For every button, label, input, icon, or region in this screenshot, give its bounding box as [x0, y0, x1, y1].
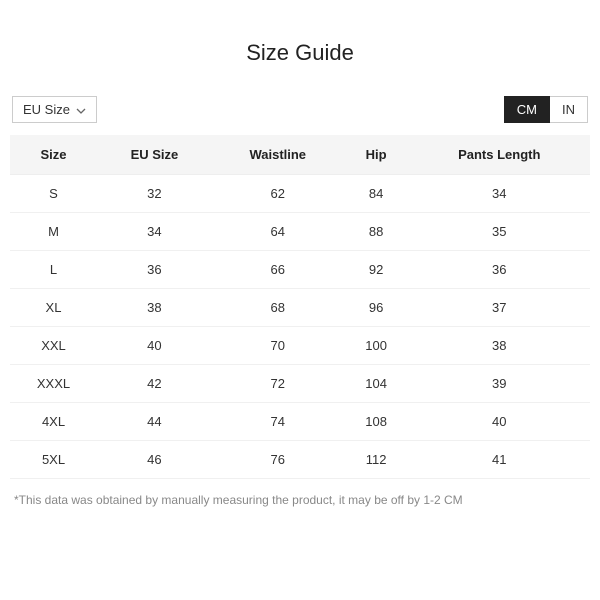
cell: 44: [97, 403, 212, 441]
cell: 34: [97, 213, 212, 251]
table-row: S 32 62 84 34: [10, 175, 590, 213]
cell: XXXL: [10, 365, 97, 403]
cell: 46: [97, 441, 212, 479]
table-row: XXXL 42 72 104 39: [10, 365, 590, 403]
cell: 40: [409, 403, 590, 441]
cell: M: [10, 213, 97, 251]
size-table: Size EU Size Waistline Hip Pants Length …: [10, 135, 590, 479]
cell: 5XL: [10, 441, 97, 479]
cell: XL: [10, 289, 97, 327]
table-body: S 32 62 84 34 M 34 64 88 35 L 36 66 92 3…: [10, 175, 590, 479]
size-guide-panel: Size Guide EU Size CM IN Size EU Size Wa…: [0, 0, 600, 507]
region-size-label: EU Size: [23, 102, 70, 117]
cell: 37: [409, 289, 590, 327]
cell: 108: [344, 403, 409, 441]
cell: 36: [409, 251, 590, 289]
cell: 74: [212, 403, 344, 441]
col-hip: Hip: [344, 135, 409, 175]
table-row: 4XL 44 74 108 40: [10, 403, 590, 441]
measurement-footnote: *This data was obtained by manually meas…: [10, 493, 590, 507]
cell: 34: [409, 175, 590, 213]
cell: 4XL: [10, 403, 97, 441]
table-header-row: Size EU Size Waistline Hip Pants Length: [10, 135, 590, 175]
cell: 96: [344, 289, 409, 327]
cell: 38: [409, 327, 590, 365]
col-eu-size: EU Size: [97, 135, 212, 175]
col-pants-length: Pants Length: [409, 135, 590, 175]
cell: 42: [97, 365, 212, 403]
page-title: Size Guide: [10, 40, 590, 66]
controls-row: EU Size CM IN: [10, 96, 590, 123]
table-row: XL 38 68 96 37: [10, 289, 590, 327]
cell: 62: [212, 175, 344, 213]
table-row: XXL 40 70 100 38: [10, 327, 590, 365]
cell: 112: [344, 441, 409, 479]
unit-in-button[interactable]: IN: [550, 96, 588, 123]
cell: 92: [344, 251, 409, 289]
cell: 76: [212, 441, 344, 479]
col-size: Size: [10, 135, 97, 175]
col-waistline: Waistline: [212, 135, 344, 175]
cell: 70: [212, 327, 344, 365]
cell: L: [10, 251, 97, 289]
table-row: L 36 66 92 36: [10, 251, 590, 289]
cell: 88: [344, 213, 409, 251]
table-row: 5XL 46 76 112 41: [10, 441, 590, 479]
chevron-down-icon: [76, 102, 86, 117]
cell: XXL: [10, 327, 97, 365]
cell: 64: [212, 213, 344, 251]
cell: 84: [344, 175, 409, 213]
cell: 41: [409, 441, 590, 479]
cell: 40: [97, 327, 212, 365]
cell: 100: [344, 327, 409, 365]
table-row: M 34 64 88 35: [10, 213, 590, 251]
cell: 72: [212, 365, 344, 403]
unit-toggle: CM IN: [504, 96, 588, 123]
cell: 32: [97, 175, 212, 213]
unit-cm-button[interactable]: CM: [504, 96, 550, 123]
cell: 104: [344, 365, 409, 403]
region-size-dropdown[interactable]: EU Size: [12, 96, 97, 123]
cell: 35: [409, 213, 590, 251]
cell: 68: [212, 289, 344, 327]
cell: 66: [212, 251, 344, 289]
cell: S: [10, 175, 97, 213]
cell: 38: [97, 289, 212, 327]
cell: 36: [97, 251, 212, 289]
cell: 39: [409, 365, 590, 403]
